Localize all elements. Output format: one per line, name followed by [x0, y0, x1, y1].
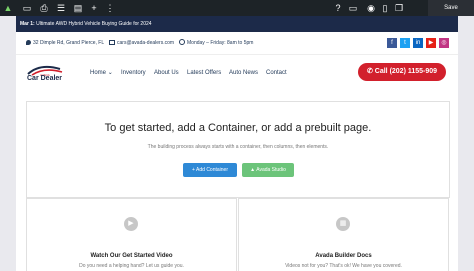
docs-card-title: Avada Builder Docs	[315, 253, 372, 259]
docs-card-text: Videos not for you? That's ok! We have y…	[285, 263, 402, 269]
library-icon[interactable]: ▤	[73, 3, 83, 13]
copy-icon[interactable]: ❐	[394, 3, 404, 13]
avada-logo-icon[interactable]: ▲	[3, 3, 13, 13]
add-container-label: Add Container	[196, 167, 228, 173]
notice-bar: Mar 1: Ultimate AWD Hybrid Vehicle Buyin…	[16, 16, 458, 32]
map-pin-icon	[26, 40, 31, 45]
play-icon: ▶	[124, 217, 138, 231]
preview-icon[interactable]: ◉	[366, 3, 376, 13]
print-icon[interactable]: ⎙	[39, 3, 49, 13]
nav-contact[interactable]: Contact	[266, 69, 287, 77]
hours-text: Monday – Friday: 8am to 5pm	[187, 40, 254, 46]
empty-container-panel: To get started, add a Container, or add …	[26, 101, 450, 198]
avada-studio-icon: ▲	[250, 167, 256, 173]
hero-subtitle: The building process always starts with …	[147, 144, 329, 150]
call-button[interactable]: ✆ Call (202) 1155-909	[358, 63, 446, 81]
instagram-icon[interactable]: ◎	[439, 38, 449, 48]
address-info: 32 Dimple Rd, Grand Pierce, FL	[26, 39, 104, 47]
chevron-down-icon: ⌄	[107, 70, 113, 76]
layout-icon[interactable]: ▭	[22, 3, 32, 13]
add-icon[interactable]: +	[89, 3, 99, 13]
add-icon: +	[191, 167, 195, 173]
editor-toolbar: ▲ ▭ ⎙ ☰ ▤ + ⋮ ? ▭ ◉ ▯ ❐ Save	[0, 0, 474, 16]
twitter-icon[interactable]: t	[400, 38, 410, 48]
hours-info: Monday – Friday: 8am to 5pm	[179, 39, 253, 47]
notice-date: Mar 1:	[20, 21, 35, 27]
docs-card[interactable]: ▦ Avada Builder Docs Videos not for you?…	[238, 198, 449, 271]
nav-home-label: Home	[90, 70, 107, 76]
linkedin-icon[interactable]: in	[413, 38, 423, 48]
video-card[interactable]: ▶ Watch Our Get Started Video Do you nee…	[26, 198, 237, 271]
avada-studio-label: Avada Studio	[256, 167, 286, 173]
site-header: AVADA Car Dealer Home ⌄ Inventory About …	[16, 55, 458, 88]
email-link[interactable]: cars@avada-dealers.com	[117, 40, 174, 46]
nav-offers[interactable]: Latest Offers	[187, 69, 221, 77]
page-canvas: Mar 1: Ultimate AWD Hybrid Vehicle Buyin…	[16, 16, 458, 271]
phone-icon: ✆	[366, 68, 373, 75]
envelope-icon	[109, 40, 115, 45]
facebook-icon[interactable]: f	[387, 38, 397, 48]
hero-title: To get started, add a Container, or add …	[104, 122, 372, 134]
video-card-text: Do you need a helping hand? Let us guide…	[79, 263, 184, 269]
sections-icon[interactable]: ☰	[56, 3, 66, 13]
desktop-icon[interactable]: ▭	[348, 3, 358, 13]
video-card-title: Watch Our Get Started Video	[90, 253, 173, 259]
address-text: 32 Dimple Rd, Grand Pierce, FL	[33, 40, 105, 46]
notice-text[interactable]: Ultimate AWD Hybrid Vehicle Buying Guide…	[35, 21, 151, 27]
page-icon[interactable]: ▯	[380, 3, 390, 13]
contact-bar: 32 Dimple Rd, Grand Pierce, FL cars@avad…	[16, 32, 458, 55]
nav-news[interactable]: Auto News	[229, 69, 258, 77]
nav-home[interactable]: Home ⌄	[90, 69, 113, 77]
nav-inventory[interactable]: Inventory	[121, 69, 146, 77]
help-icon[interactable]: ?	[333, 3, 343, 13]
clock-icon	[179, 39, 185, 45]
youtube-icon[interactable]: ▶	[426, 38, 436, 48]
email-info: cars@avada-dealers.com	[109, 39, 174, 47]
logo-text: Car Dealer	[27, 75, 63, 82]
add-container-button[interactable]: + Add Container	[183, 163, 237, 177]
avada-studio-button[interactable]: ▲ Avada Studio	[242, 163, 294, 177]
save-button[interactable]: Save	[428, 0, 474, 16]
call-label: Call (202) 1155-909	[374, 68, 438, 75]
nav-about[interactable]: About Us	[154, 69, 179, 77]
more-icon[interactable]: ⋮	[105, 3, 115, 13]
book-icon: ▦	[336, 217, 350, 231]
